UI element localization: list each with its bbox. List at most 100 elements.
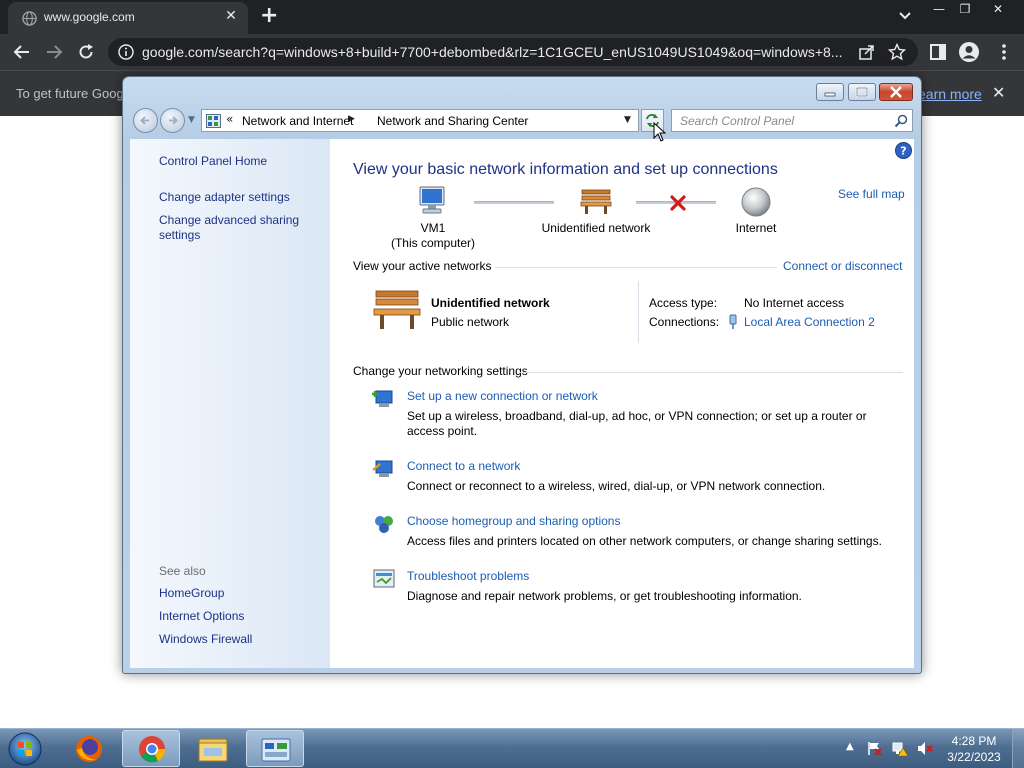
chrome-icon (139, 736, 166, 763)
change-advanced-sharing-link[interactable]: Change advanced sharing settings (159, 213, 319, 243)
back-arrow-icon (140, 116, 149, 125)
cp-forward-button[interactable] (160, 108, 185, 133)
forward-arrow-icon[interactable] (44, 42, 64, 62)
connect-network-icon[interactable] (372, 458, 396, 480)
taskbar-chrome[interactable] (122, 730, 180, 767)
ethernet-icon (729, 314, 737, 329)
forward-arrow-icon (169, 116, 178, 125)
chevron-down-icon[interactable] (895, 6, 915, 26)
homegroup-sharing-link[interactable]: Choose homegroup and sharing options (407, 514, 620, 528)
no-connection-x-icon[interactable] (669, 194, 687, 212)
cp-maximize-button[interactable] (848, 83, 876, 101)
window-close-button[interactable]: ✕ (985, 0, 1011, 20)
cp-address-bar[interactable]: « Network and Internet ▶ Network and Sha… (201, 109, 639, 132)
breadcrumb-network-and-internet[interactable]: Network and Internet (242, 114, 353, 128)
infobar-message: To get future Goog (16, 86, 124, 101)
url-text[interactable]: google.com/search?q=windows+8+build+7700… (142, 44, 842, 60)
access-type-label: Access type: (649, 296, 718, 310)
cp-left-pane: Control Panel Home Change adapter settin… (130, 139, 330, 668)
setup-new-connection-link[interactable]: Set up a new connection or network (407, 389, 598, 403)
breadcrumb-network-sharing-center[interactable]: Network and Sharing Center (377, 114, 528, 128)
cp-close-button[interactable] (879, 83, 913, 101)
maximize-icon (855, 86, 869, 98)
map-connector (474, 201, 554, 204)
info-icon[interactable] (118, 44, 134, 60)
troubleshoot-problems-desc: Diagnose and repair network problems, or… (407, 589, 802, 603)
infobar-close-button[interactable]: ✕ (992, 83, 1005, 102)
profile-avatar-icon[interactable] (958, 41, 980, 63)
taskbar-control-panel[interactable] (246, 730, 304, 767)
start-button-icon[interactable] (6, 731, 44, 767)
homegroup-icon[interactable] (372, 513, 396, 535)
internet-globe-icon[interactable] (740, 186, 772, 218)
network-sharing-center-window: ▼ « Network and Internet ▶ Network and S… (122, 76, 922, 674)
new-tab-button[interactable]: + (260, 4, 278, 28)
volume-muted-icon[interactable] (916, 740, 933, 757)
troubleshoot-problems-link[interactable]: Troubleshoot problems (407, 569, 529, 583)
cp-back-button[interactable] (133, 108, 158, 133)
breadcrumb-separator[interactable]: ▶ (348, 114, 355, 124)
unidentified-network-label: Unidentified network (541, 221, 651, 235)
active-network-name: Unidentified network (431, 296, 550, 310)
tab-close-button[interactable]: ✕ (222, 8, 240, 24)
browser-tab-strip: www.google.com ✕ + — ❐ ✕ (0, 0, 1024, 34)
setup-new-connection-desc: Set up a wireless, broadband, dial-up, a… (407, 409, 867, 438)
share-icon[interactable] (858, 43, 876, 61)
see-full-map-link[interactable]: See full map (838, 187, 905, 201)
section-divider (520, 372, 903, 373)
breadcrumb-overflow[interactable]: « (226, 112, 233, 126)
back-arrow-icon[interactable] (12, 42, 32, 62)
show-desktop-button[interactable] (1012, 729, 1024, 768)
cp-content-area: Control Panel Home Change adapter settin… (130, 139, 914, 668)
reload-icon[interactable] (76, 42, 96, 62)
action-center-flag-icon[interactable] (866, 740, 883, 757)
clock-time[interactable]: 4:28 PM (944, 734, 1004, 748)
window-minimize-button[interactable]: — (926, 0, 952, 20)
tab-title: www.google.com (44, 10, 135, 24)
active-networks-heading: View your active networks (353, 259, 492, 273)
recent-pages-dropdown[interactable]: ▼ (188, 115, 195, 125)
address-dropdown-button[interactable]: ▼ (624, 115, 631, 125)
window-restore-button[interactable]: ❐ (952, 0, 978, 20)
search-control-panel-input[interactable]: Search Control Panel (671, 109, 913, 132)
change-adapter-settings-link[interactable]: Change adapter settings (159, 190, 290, 205)
more-menu-icon[interactable] (994, 42, 1014, 62)
page-title: View your basic network information and … (353, 161, 778, 178)
bench-icon[interactable] (580, 187, 612, 215)
homegroup-link[interactable]: HomeGroup (159, 586, 224, 601)
connections-label: Connections: (649, 315, 720, 329)
side-panel-icon[interactable] (928, 42, 948, 62)
active-network-category[interactable]: Public network (431, 315, 509, 329)
windows-taskbar: ▲ 4:28 PM 3/22/2023 (0, 728, 1024, 768)
cp-minimize-button[interactable] (816, 83, 844, 101)
show-hidden-icons-button[interactable]: ▲ (846, 741, 854, 752)
connect-to-network-desc: Connect or reconnect to a wireless, wire… (407, 479, 826, 493)
control-panel-home-link[interactable]: Control Panel Home (159, 154, 267, 169)
network-warning-icon[interactable] (891, 740, 908, 757)
connect-or-disconnect-link[interactable]: Connect or disconnect (783, 259, 902, 273)
new-connection-icon[interactable] (372, 388, 396, 410)
taskbar-file-explorer[interactable] (184, 730, 242, 767)
internet-label: Internet (735, 221, 777, 235)
bookmark-star-icon[interactable] (888, 43, 906, 61)
clock-date[interactable]: 3/22/2023 (944, 750, 1004, 764)
firefox-icon (76, 736, 102, 762)
folder-icon (198, 738, 228, 762)
address-bar[interactable]: google.com/search?q=windows+8+build+7700… (108, 38, 918, 66)
internet-options-link[interactable]: Internet Options (159, 609, 244, 624)
connect-to-network-link[interactable]: Connect to a network (407, 459, 520, 473)
local-area-connection-link[interactable]: Local Area Connection 2 (744, 315, 875, 329)
cp-main-pane: ? View your basic network information an… (330, 139, 914, 668)
windows-firewall-link[interactable]: Windows Firewall (159, 632, 252, 647)
computer-icon[interactable] (416, 186, 448, 216)
close-icon (890, 86, 902, 98)
computer-name-label: VM1 (420, 221, 446, 235)
public-network-bench-icon[interactable] (372, 287, 422, 331)
taskbar-firefox[interactable] (60, 730, 118, 767)
troubleshoot-icon[interactable] (372, 568, 396, 590)
help-icon[interactable]: ? (895, 142, 912, 159)
browser-tab[interactable]: www.google.com ✕ (8, 2, 248, 34)
search-icon[interactable] (894, 114, 908, 128)
access-type-value: No Internet access (744, 296, 845, 310)
infobar-learn-more-link[interactable]: earn more (918, 86, 982, 102)
